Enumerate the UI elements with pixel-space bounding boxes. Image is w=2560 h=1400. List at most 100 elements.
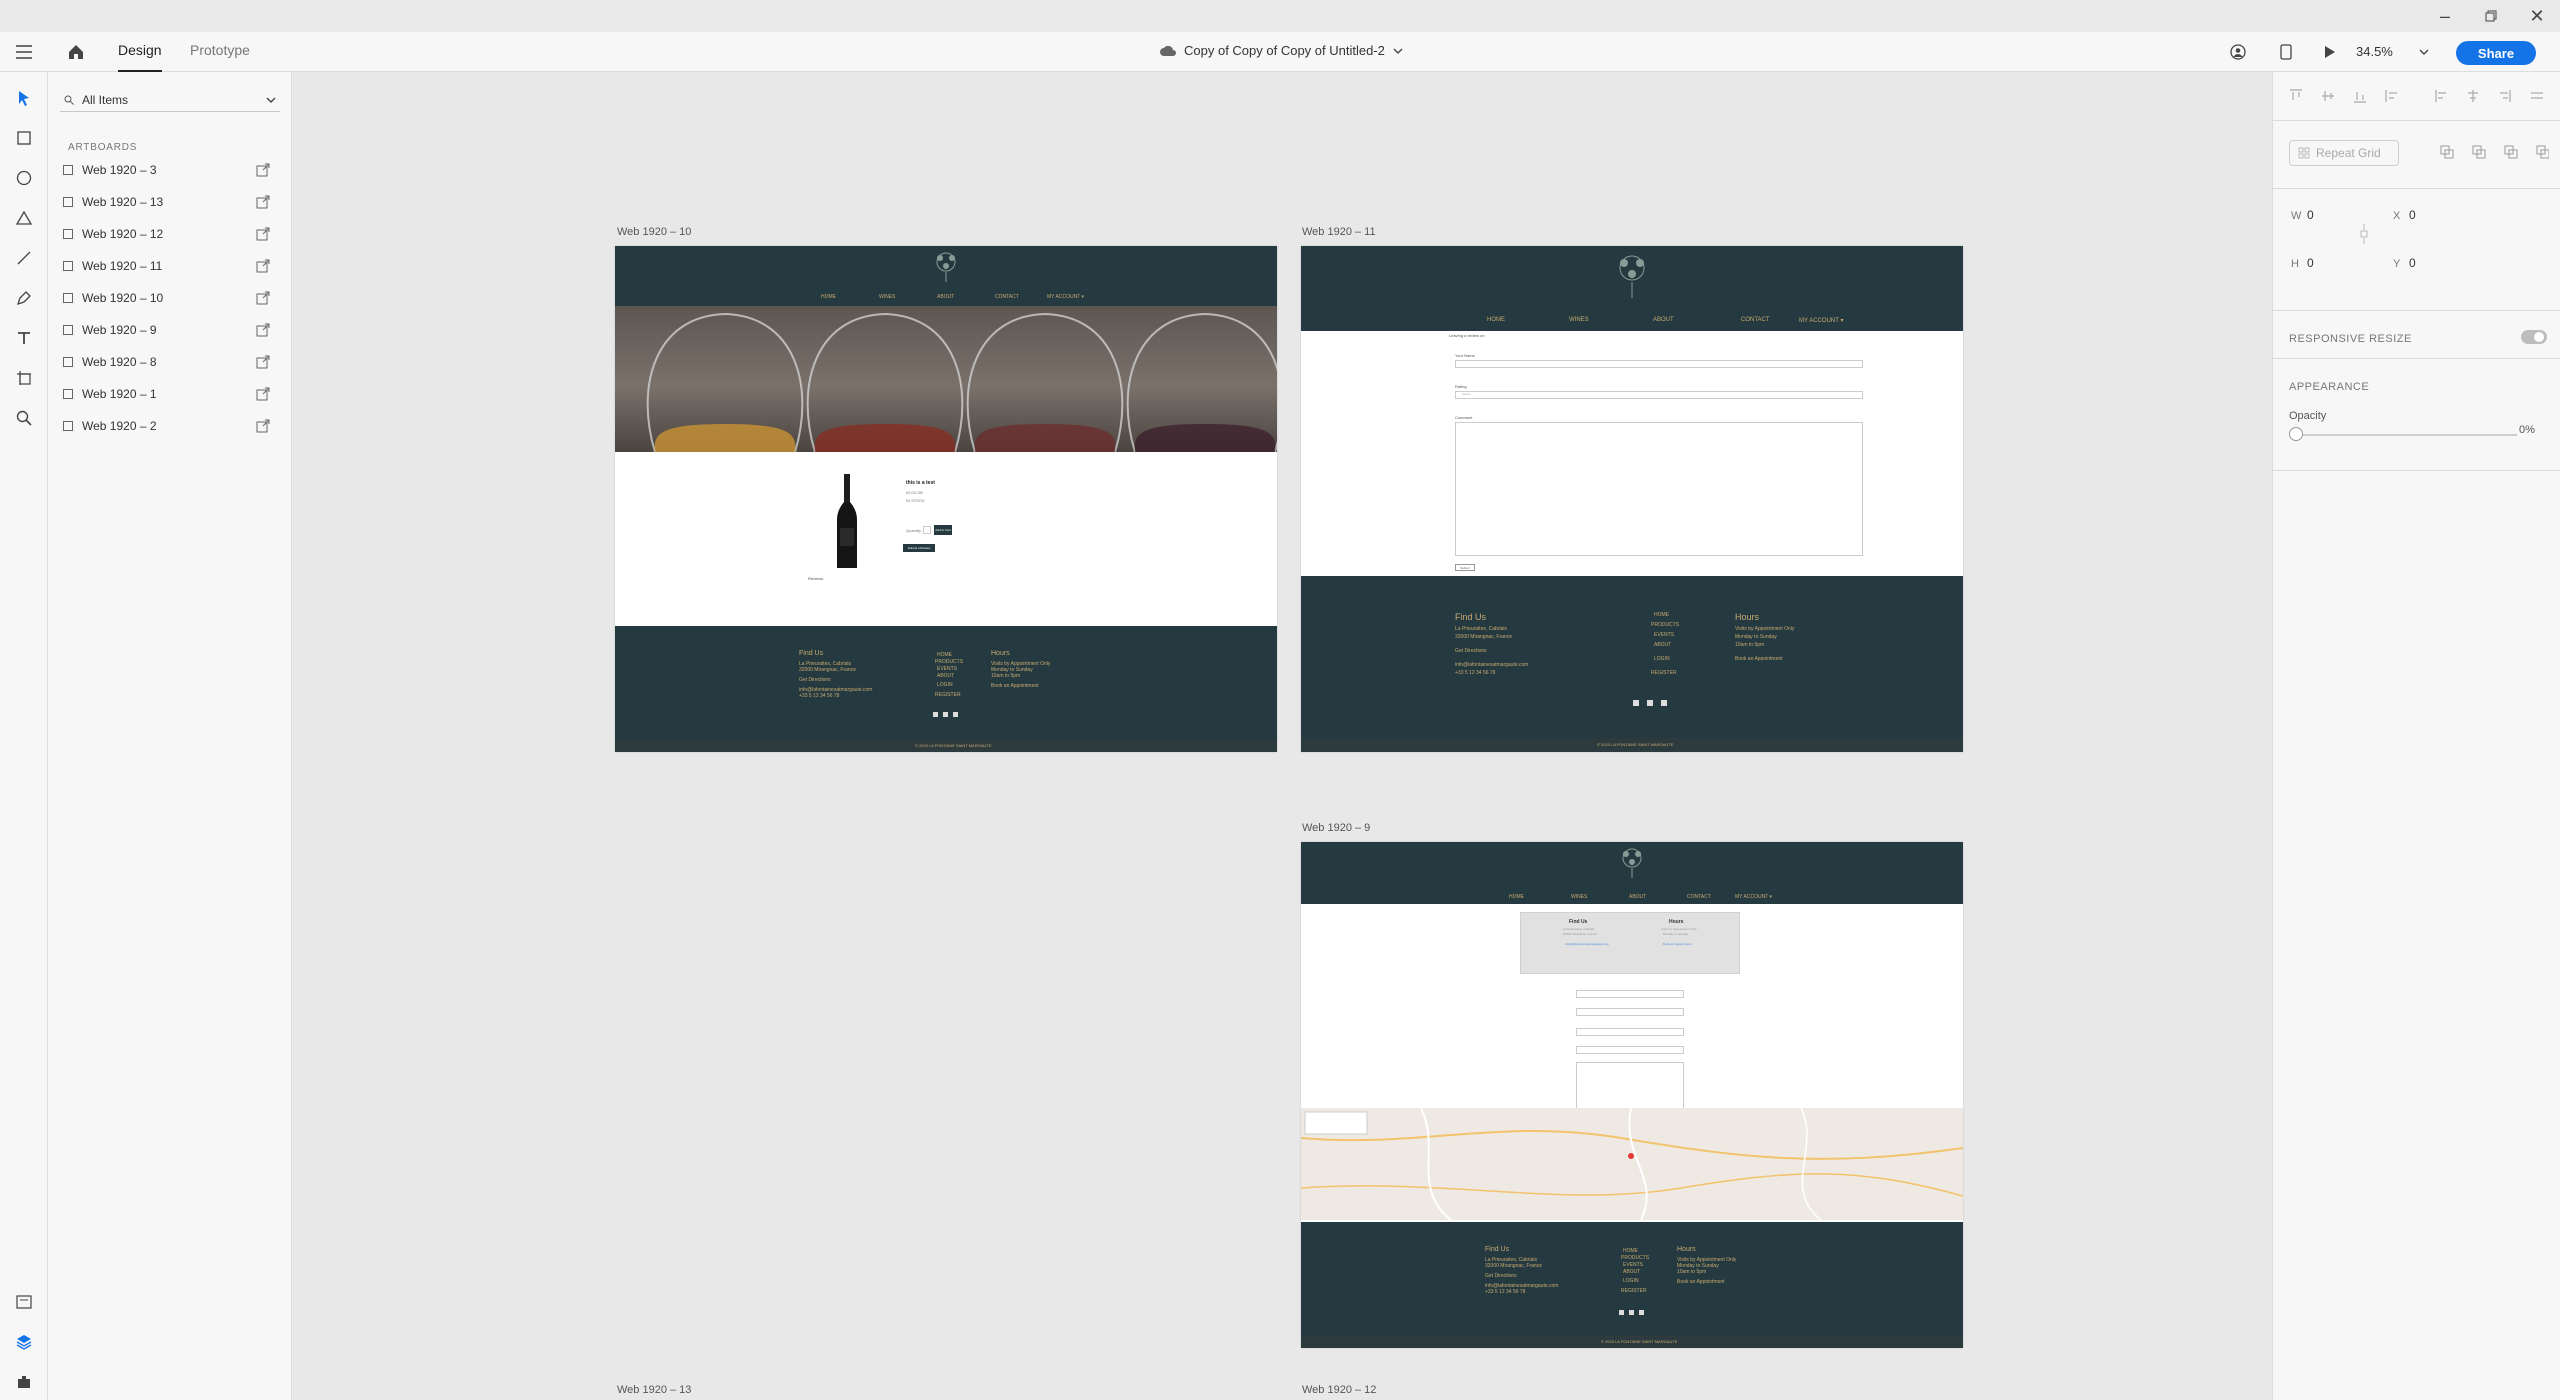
share-link-icon[interactable] (256, 355, 270, 369)
pen-tool-icon[interactable] (12, 286, 36, 310)
share-link-icon[interactable] (256, 323, 270, 337)
play-preview-icon[interactable] (2320, 32, 2340, 72)
repeat-grid-button[interactable]: Repeat Grid (2289, 140, 2399, 166)
artboard-label[interactable]: Web 1920 – 12 (1302, 1384, 1376, 1396)
artboard-tool-icon[interactable] (12, 366, 36, 390)
footer-link: ABOUT (1623, 1269, 1641, 1275)
share-link-icon[interactable] (256, 227, 270, 241)
vineyard-logo-icon (1622, 848, 1642, 878)
polygon-tool-icon[interactable] (12, 206, 36, 230)
nav-home: HOME (821, 294, 836, 300)
wine-bottle-image (837, 474, 857, 568)
form-submit-button: Submit (1455, 564, 1475, 571)
zoom-tool-icon[interactable] (12, 406, 36, 430)
layer-item[interactable]: Web 1920 – 2 (60, 412, 280, 440)
layers-panel-icon[interactable] (12, 1330, 36, 1354)
select-tool-icon[interactable] (12, 86, 36, 110)
assets-panel-icon[interactable] (12, 1290, 36, 1314)
review-heading: Leaving a review on (1449, 333, 1485, 338)
product-price: £0.00 GB (906, 490, 923, 495)
text-tool-icon[interactable] (12, 326, 36, 350)
restore-icon[interactable] (2468, 0, 2514, 32)
layer-item[interactable]: Web 1920 – 3 (60, 156, 280, 184)
form-rating-select: Select... (1455, 391, 1863, 399)
layer-item[interactable]: Web 1920 – 8 (60, 348, 280, 376)
opacity-slider-handle[interactable] (2289, 427, 2303, 441)
layer-item[interactable]: Web 1920 – 10 (60, 284, 280, 312)
nav-about: ABOUT (1653, 317, 1674, 323)
close-icon[interactable]: ✕ (2514, 0, 2560, 32)
opacity-slider-track[interactable] (2297, 434, 2517, 436)
share-link-icon[interactable] (256, 387, 270, 401)
layer-item[interactable]: Web 1920 – 9 (60, 316, 280, 344)
share-link-icon[interactable] (256, 195, 270, 209)
layer-item-label: Web 1920 – 11 (82, 259, 163, 273)
artboard-label[interactable]: Web 1920 – 13 (617, 1384, 691, 1396)
artboard-label[interactable]: Web 1920 – 11 (1302, 226, 1376, 238)
footer-book: Book an Appointment (1735, 656, 1783, 662)
tab-prototype[interactable]: Prototype (190, 42, 250, 72)
artboard-web-1920-9[interactable]: HOME WINES ABOUT CONTACT MY ACCOUNT ▾ Fi… (1301, 842, 1963, 1348)
cloud-icon (1160, 45, 1176, 56)
line-tool-icon[interactable] (12, 246, 36, 270)
form-name-label: Your Name (1455, 353, 1475, 358)
home-icon[interactable] (64, 32, 88, 72)
vineyard-logo-icon (936, 252, 956, 282)
layer-item-label: Web 1920 – 3 (82, 163, 157, 177)
divider (2273, 120, 2560, 121)
layer-item[interactable]: Web 1920 – 13 (60, 188, 280, 216)
tab-design[interactable]: Design (118, 42, 162, 72)
footer-link: REGISTER (935, 692, 961, 698)
artboard-page-icon (63, 197, 73, 207)
artboard-web-1920-11[interactable]: HOME WINES ABOUT CONTACT MY ACCOUNT ▾ Le… (1301, 246, 1963, 752)
share-button[interactable]: Share (2456, 41, 2536, 65)
share-link-icon[interactable] (256, 419, 270, 433)
card-find-us: Find Us (1569, 919, 1588, 925)
artboard-web-1920-10[interactable]: HOME WINES ABOUT CONTACT MY ACCOUNT ▾ th… (615, 246, 1277, 752)
document-title[interactable]: Copy of Copy of Copy of Untitled-2 (1160, 43, 1403, 58)
responsive-resize-label: RESPONSIVE RESIZE (2289, 333, 2412, 345)
mobile-preview-icon[interactable] (2276, 32, 2296, 72)
minimize-icon[interactable]: – (2422, 0, 2468, 32)
footer-email: info@lafontainesatmargaute.com (1455, 662, 1529, 668)
height-field[interactable]: 0 (2307, 256, 2314, 270)
card-address-1: La Prieuraites, Cabrials (1563, 927, 1595, 931)
layer-item[interactable]: Web 1920 – 12 (60, 220, 280, 248)
layer-item[interactable]: Web 1920 – 11 (60, 252, 280, 280)
footer-phone: +33 5 12 34 56 78 (1455, 670, 1496, 676)
zoom-chevron-icon[interactable] (2414, 32, 2434, 72)
footer-link: REGISTER (1651, 670, 1677, 676)
align-vertical-icons[interactable] (2289, 88, 2415, 104)
user-account-icon[interactable] (2228, 32, 2248, 72)
opacity-value[interactable]: 0% (2519, 424, 2535, 436)
footer-link: LOGIN (1654, 656, 1670, 662)
artboard-page-icon (63, 261, 73, 271)
search-field[interactable]: All Items (60, 88, 280, 112)
share-link-icon[interactable] (256, 291, 270, 305)
share-link-icon[interactable] (256, 163, 270, 177)
tool-rail (0, 72, 48, 1400)
lock-aspect-icon[interactable] (2359, 224, 2369, 244)
footer-link: PRODUCTS (935, 659, 964, 665)
hamburger-menu-icon[interactable] (12, 32, 36, 72)
zoom-level[interactable]: 34.5% (2356, 44, 2393, 59)
responsive-resize-toggle[interactable] (2521, 330, 2547, 344)
chevron-down-icon[interactable] (266, 97, 276, 103)
rectangle-tool-icon[interactable] (12, 126, 36, 150)
design-canvas[interactable]: Web 1920 – 10 HOME WINES ABOUT CONTACT M… (292, 72, 2272, 1400)
footer-directions: Get Directions (799, 677, 831, 683)
share-link-icon[interactable] (256, 259, 270, 273)
artboard-label[interactable]: Web 1920 – 9 (1302, 822, 1370, 834)
plugins-panel-icon[interactable] (12, 1370, 36, 1394)
ellipse-tool-icon[interactable] (12, 166, 36, 190)
x-field[interactable]: 0 (2409, 208, 2416, 222)
artboard-label[interactable]: Web 1920 – 10 (617, 226, 691, 238)
contact-phone-input (1576, 1046, 1684, 1054)
artboard-page-icon (63, 325, 73, 335)
layer-item[interactable]: Web 1920 – 1 (60, 380, 280, 408)
y-field[interactable]: 0 (2409, 256, 2416, 270)
footer-hours-2: Monday to Sunday (1735, 634, 1777, 640)
align-horizontal-icons[interactable] (2435, 88, 2545, 104)
boolean-ops-icons[interactable] (2439, 144, 2549, 160)
width-field[interactable]: 0 (2307, 208, 2314, 222)
